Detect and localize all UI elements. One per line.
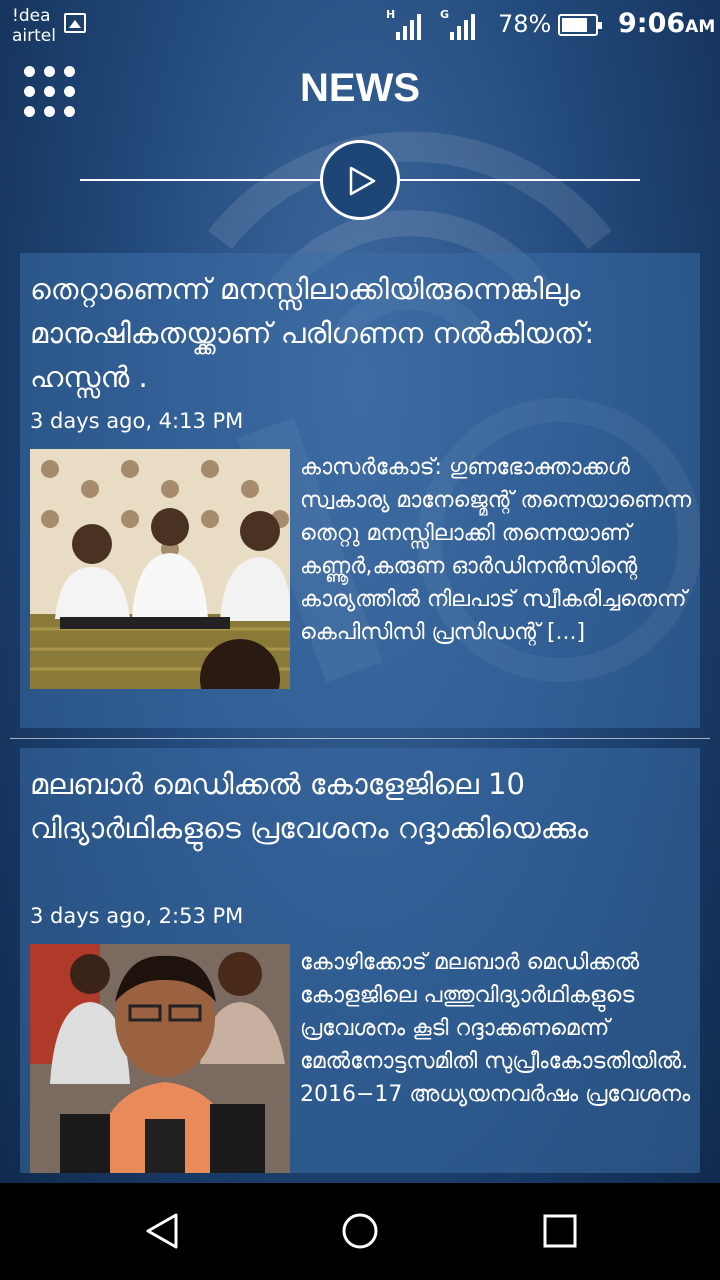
carrier-line-1: !dea xyxy=(12,6,51,26)
divider xyxy=(10,738,710,739)
back-button[interactable] xyxy=(112,1183,212,1280)
signal-strength-icon: H xyxy=(386,8,426,40)
article-thumbnail[interactable] xyxy=(30,449,290,689)
article-thumbnail[interactable] xyxy=(30,944,290,1173)
page-title: NEWS xyxy=(300,66,420,110)
back-triangle-icon xyxy=(146,1213,178,1249)
article-title[interactable]: മലബാർ മെഡിക്കൽ കോളേജിലെ 10 വിദ്യാർഥികളുട… xyxy=(30,762,690,850)
signal-strength-icon: G xyxy=(440,8,480,40)
image-notification-icon xyxy=(64,13,86,33)
recents-square-icon xyxy=(543,1214,577,1248)
news-card[interactable]: തെറ്റാണെന്ന് മനസ്സിലാക്കിയിരുന്നെങ്കിലും… xyxy=(20,253,700,728)
article-date: 3 days ago, 4:13 PM xyxy=(30,409,244,433)
clock: 9:06AM xyxy=(618,8,716,39)
recents-button[interactable] xyxy=(510,1183,610,1280)
network-type-label: H xyxy=(386,8,396,21)
home-button[interactable] xyxy=(310,1183,410,1280)
article-excerpt: കോഴിക്കോട് മലബാർ മെഡിക്കൽ കോളജിലെ പത്തുവ… xyxy=(300,950,691,1107)
article-excerpt: കാസർകോട്: ഗുണഭോക്താക്കൾ സ്വകാര്യ മാനേജ്മ… xyxy=(300,455,692,645)
home-circle-icon xyxy=(342,1213,378,1249)
battery-icon xyxy=(558,14,602,36)
article-date: 3 days ago, 2:53 PM xyxy=(30,904,244,928)
carrier-line-2: airtel xyxy=(12,26,56,46)
status-bar: !dea airtel H G 78% 9:06AM xyxy=(0,0,720,50)
battery-percent: 78% xyxy=(498,10,552,38)
play-button[interactable] xyxy=(320,140,400,220)
network-type-label: G xyxy=(440,8,450,21)
play-icon xyxy=(349,166,376,196)
carrier-label: !dea airtel xyxy=(12,6,56,46)
article-title[interactable]: തെറ്റാണെന്ന് മനസ്സിലാക്കിയിരുന്നെങ്കിലും… xyxy=(30,267,690,399)
system-nav-bar xyxy=(0,1183,720,1280)
news-card[interactable]: മലബാർ മെഡിക്കൽ കോളേജിലെ 10 വിദ്യാർഥികളുട… xyxy=(20,748,700,1173)
